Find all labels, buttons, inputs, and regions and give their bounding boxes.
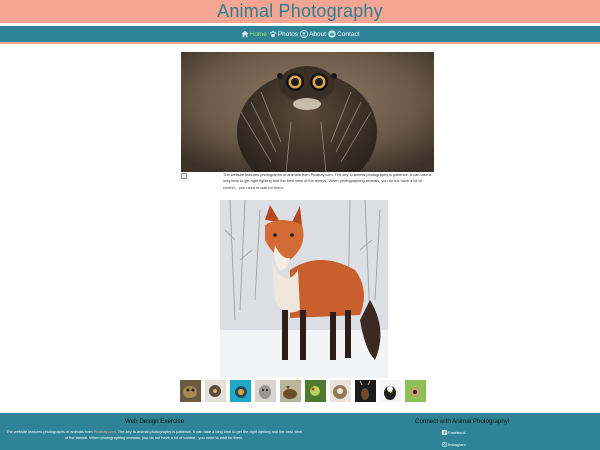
broken-image-icon [181, 173, 187, 179]
thumbnail-7[interactable] [330, 380, 351, 402]
instagram-label: Instagram [448, 442, 466, 447]
paw-icon [269, 30, 276, 38]
nav-photos-label: Photos [277, 30, 299, 38]
thumbnail-8[interactable] [355, 380, 376, 402]
thumbnail-strip [180, 380, 430, 402]
instagram-icon [442, 442, 447, 447]
footer-text-start: The website features photographs of anim… [6, 429, 94, 434]
facebook-label: Facebook [448, 430, 466, 435]
thumbnail-1[interactable] [180, 380, 201, 402]
thumbnail-6[interactable] [305, 380, 326, 402]
page: Animal Photography Home Photos About Con… [0, 0, 600, 450]
footer-title: Web Design Exercise [125, 418, 185, 425]
nav-contact-label: Contact [337, 30, 360, 38]
thumbnail-10[interactable] [405, 380, 426, 402]
thumbnail-2[interactable] [205, 380, 226, 402]
nav-home[interactable]: Home [240, 26, 267, 42]
nav-about-label: About [309, 30, 327, 38]
site-footer: Web Design Exercise The website features… [0, 413, 600, 450]
thumbnail-3[interactable] [230, 380, 251, 402]
main-nav: Home Photos About Contact [0, 26, 600, 42]
facebook-link[interactable]: Facebook [442, 430, 466, 435]
person-icon [300, 30, 309, 38]
hero-spider-photo [181, 52, 434, 172]
connect-title: Connect with Animal Photography! [415, 418, 510, 425]
instagram-link[interactable]: Instagram [442, 442, 466, 447]
featured-fox-photo [220, 200, 388, 378]
mail-icon [328, 30, 336, 38]
intro-description: The website features photographs of anim… [223, 172, 432, 190]
nav-photos[interactable]: Photos [269, 26, 298, 42]
nav-home-label: Home [249, 30, 267, 38]
site-header: Animal Photography [0, 0, 600, 23]
pixabay-link[interactable]: Pixabay.com [94, 429, 116, 434]
nav-about[interactable]: About [300, 26, 326, 42]
thumbnail-4[interactable] [255, 380, 276, 402]
thumbnail-9[interactable] [380, 380, 401, 402]
site-title: Animal Photography [217, 1, 383, 21]
facebook-icon [442, 430, 447, 435]
thumbnail-5[interactable] [280, 380, 301, 402]
nav-divider [0, 42, 600, 44]
nav-contact[interactable]: Contact [328, 26, 360, 42]
footer-description: The website features photographs of anim… [4, 429, 304, 441]
home-icon [240, 30, 249, 38]
